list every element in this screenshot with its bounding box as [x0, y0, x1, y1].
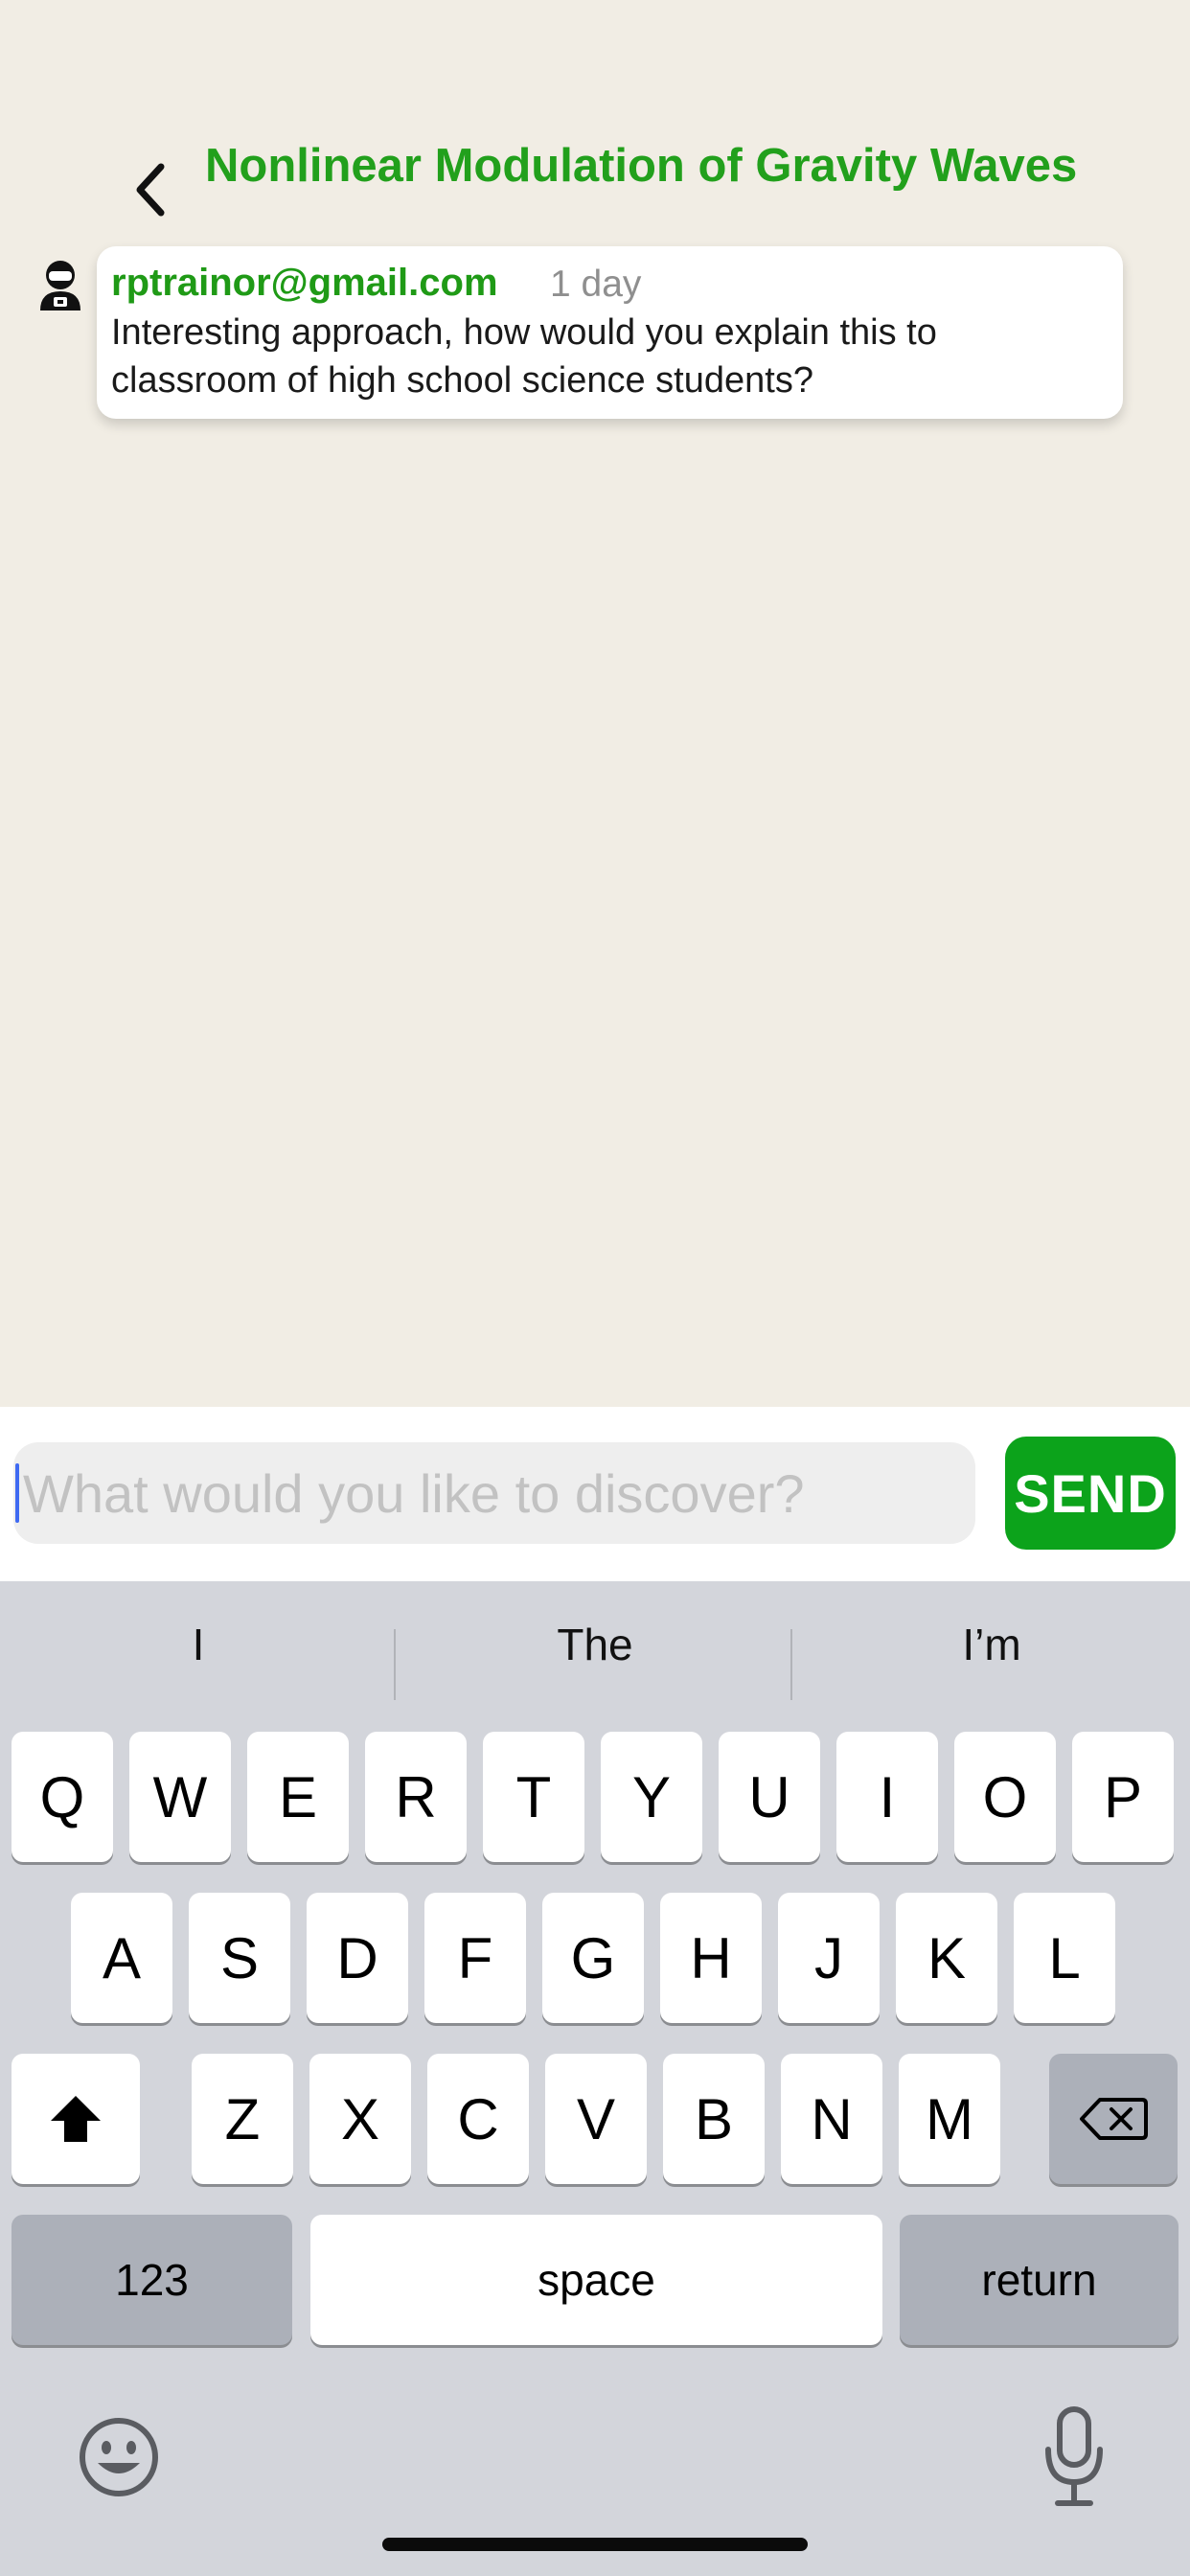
key-q[interactable]: Q — [11, 1732, 113, 1862]
microphone-button[interactable] — [1041, 2405, 1108, 2511]
backspace-icon — [1080, 2098, 1148, 2140]
text-cursor — [15, 1463, 19, 1523]
send-button[interactable]: SEND — [1005, 1437, 1176, 1550]
key-k[interactable]: K — [896, 1893, 997, 2023]
shift-icon — [51, 2096, 101, 2142]
composer-bar: SEND — [0, 1407, 1190, 1581]
emoji-button[interactable] — [77, 2415, 161, 2499]
return-key[interactable]: return — [900, 2215, 1179, 2345]
key-p[interactable]: P — [1072, 1732, 1174, 1862]
suggestion-item[interactable]: I — [0, 1600, 397, 1689]
key-s[interactable]: S — [189, 1893, 290, 2023]
key-l[interactable]: L — [1014, 1893, 1115, 2023]
message-input[interactable] — [13, 1442, 975, 1544]
comment-text: Interesting approach, how would you expl… — [111, 312, 937, 401]
avatar — [36, 259, 84, 312]
comment-author[interactable]: rptrainor@gmail.com — [111, 262, 498, 305]
key-z[interactable]: Z — [192, 2054, 293, 2184]
key-e[interactable]: E — [247, 1732, 349, 1862]
suggestion-divider — [790, 1629, 792, 1700]
keyboard-bottom-bar — [0, 2386, 1190, 2530]
comment-time: 1 day — [550, 264, 642, 305]
key-h[interactable]: H — [660, 1893, 762, 2023]
suggestion-item[interactable]: I’m — [793, 1600, 1190, 1689]
microphone-icon — [1045, 2406, 1103, 2506]
key-x[interactable]: X — [309, 2054, 411, 2184]
space-key[interactable]: space — [310, 2215, 882, 2345]
key-o[interactable]: O — [954, 1732, 1056, 1862]
keyboard: I The I’m Q W E R T Y U I O P A S D F G … — [0, 1581, 1190, 2576]
emoji-icon — [80, 2418, 158, 2496]
key-y[interactable]: Y — [601, 1732, 702, 1862]
key-f[interactable]: F — [424, 1893, 526, 2023]
user-avatar-icon — [40, 261, 80, 310]
comment-bubble: rptrainor@gmail.com 1 day Interesting ap… — [97, 246, 1123, 419]
key-v[interactable]: V — [545, 2054, 647, 2184]
suggestion-item[interactable]: The — [397, 1600, 793, 1689]
key-w[interactable]: W — [129, 1732, 231, 1862]
key-a[interactable]: A — [71, 1893, 172, 2023]
home-indicator — [382, 2538, 808, 2551]
chevron-left-icon — [136, 163, 165, 217]
key-b[interactable]: B — [663, 2054, 765, 2184]
key-u[interactable]: U — [719, 1732, 820, 1862]
key-n[interactable]: N — [781, 2054, 882, 2184]
page-title: Nonlinear Modulation of Gravity Waves — [205, 140, 1078, 192]
key-g[interactable]: G — [542, 1893, 644, 2023]
backspace-key[interactable] — [1049, 2054, 1178, 2184]
shift-key[interactable] — [11, 2054, 140, 2184]
suggestion-bar: I The I’m — [0, 1600, 1190, 1700]
key-j[interactable]: J — [778, 1893, 880, 2023]
key-t[interactable]: T — [483, 1732, 584, 1862]
back-button[interactable] — [123, 158, 176, 221]
header: Nonlinear Modulation of Gravity Waves — [0, 0, 1190, 230]
suggestion-divider — [394, 1629, 396, 1700]
numbers-key[interactable]: 123 — [11, 2215, 292, 2345]
key-r[interactable]: R — [365, 1732, 467, 1862]
key-d[interactable]: D — [307, 1893, 408, 2023]
key-m[interactable]: M — [899, 2054, 1000, 2184]
key-c[interactable]: C — [427, 2054, 529, 2184]
key-i[interactable]: I — [836, 1732, 938, 1862]
